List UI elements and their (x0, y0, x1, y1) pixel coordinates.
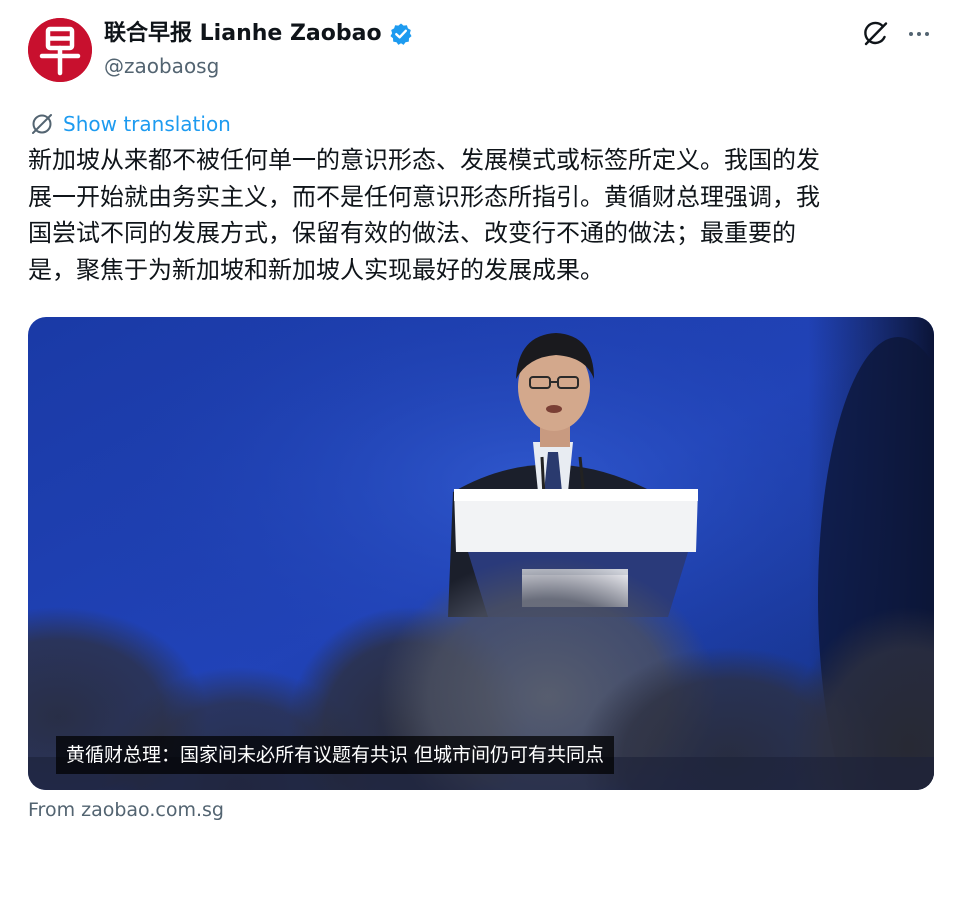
verified-badge-icon (389, 22, 413, 46)
display-name-text: 联合早报 Lianhe Zaobao (104, 21, 382, 46)
speaker-photo (28, 317, 934, 790)
more-icon (907, 32, 931, 36)
grok-icon (864, 21, 888, 46)
tweet-text: 新加坡从来都不被任何单一的意识形态、发展模式或标签所定义。我国的发 展一开始就由… (28, 142, 934, 288)
link-card-image[interactable] (28, 317, 934, 790)
tweet: 联合早报 Lianhe Zaobao @zaobaosg Show transl… (0, 0, 962, 900)
avatar[interactable] (28, 18, 92, 82)
zaobao-logo-icon (28, 18, 92, 82)
handle[interactable]: @zaobaosg (104, 53, 219, 79)
link-card-caption: 黄循财总理：国家间未必所有议题有共识 但城市间仍可有共同点 (56, 736, 615, 774)
grok-button[interactable] (858, 17, 892, 51)
tweet-text-line: 国尝试不同的发展方式，保留有效的做法、改变行不通的做法；最重要的 (28, 219, 796, 247)
display-name[interactable]: 联合早报 Lianhe Zaobao (104, 19, 413, 49)
more-options-button[interactable] (902, 17, 936, 51)
show-translation-link[interactable]: Show translation (30, 111, 231, 137)
tweet-text-line: 是，聚焦于为新加坡和新加坡人实现最好的发展成果。 (28, 255, 604, 284)
show-translation-label: Show translation (63, 112, 231, 136)
link-card-source[interactable]: From zaobao.com.sg (28, 797, 224, 823)
tweet-text-line: 展一开始就由务实主义，而不是任何意识形态所指引。黄循财总理强调，我 (28, 182, 820, 211)
globe-icon (32, 114, 52, 134)
tweet-text-line: 新加坡从来都不被任何单一的意识形态、发展模式或标签所定义。我国的发 (28, 146, 820, 174)
